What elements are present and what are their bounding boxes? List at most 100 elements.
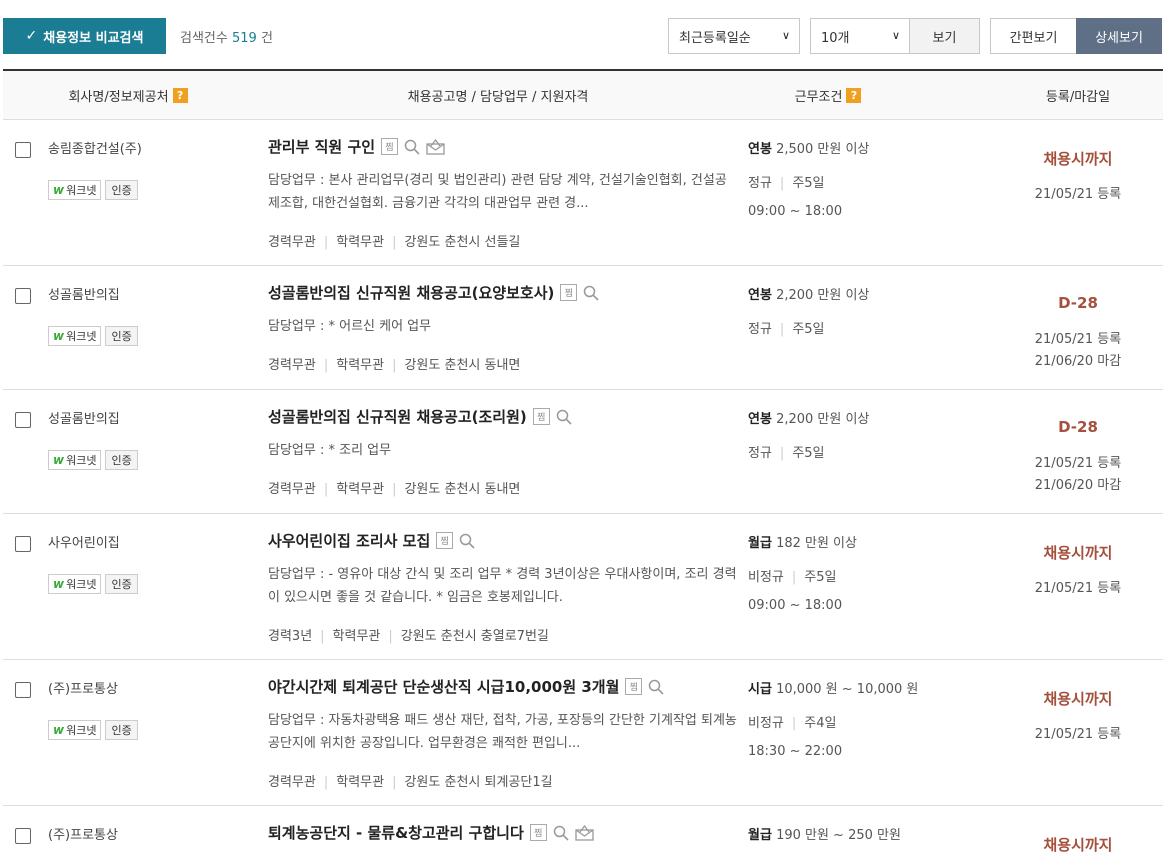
- job-duty: 담당업무 : * 어르신 케어 업무: [268, 319, 432, 334]
- work-hours: 18:30 ~ 22:00: [748, 744, 843, 759]
- check-icon: ✓: [25, 28, 38, 44]
- registered-date: 21/05/21 등록: [1034, 456, 1122, 471]
- mail-icon[interactable]: [426, 138, 445, 155]
- source-badges: w 워크넷 인증: [48, 574, 138, 594]
- result-count: 검색건수 519 건: [180, 27, 273, 46]
- help-icon[interactable]: ?: [846, 88, 862, 103]
- job-title-link[interactable]: 야간시간제 퇴계공단 단순생산직 시급10,000원 3개월: [268, 676, 619, 697]
- company-name[interactable]: (주)프로통상: [48, 678, 118, 697]
- job-duty: 담당업무 : * 조리 업무: [268, 443, 392, 458]
- result-count-value: 519: [231, 31, 257, 46]
- job-title-link[interactable]: 사우어린이집 조리사 모집: [268, 530, 430, 551]
- job-requirements: 경력무관 | 학력무관 | 강원도 춘천시 퇴계공단1길: [268, 771, 553, 790]
- source-badges: w 워크넷 인증: [48, 720, 138, 740]
- salary-info: 월급 190 만원 ~ 250 만원: [748, 824, 901, 843]
- company-name[interactable]: 성골롬반의집: [48, 408, 120, 427]
- select-checkbox[interactable]: [15, 536, 31, 552]
- simple-view-button[interactable]: 간편보기: [990, 18, 1077, 54]
- source-badges: w 워크넷 인증: [48, 180, 138, 200]
- job-title-link[interactable]: 관리부 직원 구인: [268, 136, 375, 157]
- job-title: 야간시간제 퇴계공단 단순생산직 시급10,000원 3개월 찜: [268, 676, 664, 697]
- job-row: (주)프로통상 퇴계농공단지 - 물류&창고관리 구합니다 찜 월급 190 만원 ~…: [3, 806, 1163, 855]
- bookmark-icon[interactable]: 찜: [381, 138, 399, 155]
- company-name[interactable]: (주)프로통상: [48, 824, 118, 843]
- result-count-prefix: 검색건수: [180, 31, 228, 46]
- deadline-status: 채용시까지: [1043, 150, 1113, 168]
- registered-date: 21/05/21 등록: [1034, 727, 1122, 742]
- worknet-badge: w 워크넷: [48, 574, 102, 594]
- work-location: 강원도 춘천시 선들길: [404, 235, 521, 250]
- company-name[interactable]: 사우어린이집: [48, 532, 120, 551]
- pay-type: 연봉: [748, 288, 772, 303]
- page-size-select[interactable]: 10개 ∨: [810, 18, 910, 54]
- career-requirement: 경력무관: [268, 775, 316, 790]
- search-icon[interactable]: [583, 285, 599, 301]
- divider: |: [779, 322, 785, 337]
- job-duty: 담당업무 : - 영유아 대상 간식 및 조리 업무 * 경력 3년이상은 우대…: [268, 567, 737, 605]
- job-requirements: 경력무관 | 학력무관 | 강원도 춘천시 동내면: [268, 478, 520, 497]
- salary-info: 연봉 2,200 만원 이상: [748, 408, 869, 427]
- search-icon[interactable]: [459, 533, 475, 549]
- job-title-link[interactable]: 성골롬반의집 신규직원 채용공고(요양보호사): [268, 282, 554, 303]
- compare-search-button[interactable]: ✓ 채용정보 비교검색: [3, 18, 166, 54]
- divider: |: [323, 235, 329, 250]
- job-title-link[interactable]: 퇴계농공단지 - 물류&창고관리 구합니다: [268, 822, 524, 843]
- worknet-logo-icon: w: [53, 723, 65, 737]
- job-duty: 담당업무 : 본사 관리업무(경리 및 법인관리) 관련 담당 계약, 건설기술…: [268, 173, 727, 211]
- work-days: 주5일: [792, 322, 825, 337]
- select-checkbox[interactable]: [15, 412, 31, 428]
- pay-amount: 10,000 원 ~ 10,000 원: [776, 682, 919, 697]
- education-requirement: 학력무관: [336, 358, 385, 373]
- worknet-badge: w 워크넷: [48, 720, 102, 740]
- apply-view-button[interactable]: 보기: [909, 18, 980, 54]
- pay-amount: 190 만원 ~ 250 만원: [776, 828, 901, 843]
- company-name[interactable]: 성골롬반의집: [48, 284, 120, 303]
- column-header-company: 회사명/정보제공처 ?: [3, 71, 253, 120]
- divider: |: [392, 358, 397, 373]
- bookmark-icon[interactable]: 찜: [625, 678, 643, 695]
- bookmark-icon[interactable]: 찜: [529, 824, 547, 841]
- work-location: 강원도 춘천시 충열로7번길: [400, 629, 549, 644]
- worknet-logo-icon: w: [53, 183, 65, 197]
- work-hours: 09:00 ~ 18:00: [748, 598, 843, 613]
- job-row: 성골롬반의집 w 워크넷 인증 성골롬반의집 신규직원 채용공고(조리원) 찜 담당업무 :…: [3, 390, 1163, 514]
- education-requirement: 학력무관: [336, 235, 385, 250]
- mail-icon[interactable]: [575, 824, 594, 841]
- registered-date: 21/05/21 등록: [1034, 187, 1122, 202]
- company-name[interactable]: 송림종합건설(주): [48, 138, 142, 157]
- search-icon[interactable]: [553, 825, 569, 841]
- select-checkbox[interactable]: [15, 828, 31, 844]
- pay-type: 연봉: [748, 412, 772, 427]
- closing-date: 21/06/20 마감: [1034, 478, 1122, 493]
- search-icon[interactable]: [648, 679, 664, 695]
- column-header-dates: 등록/마감일: [1045, 90, 1111, 105]
- divider: |: [791, 716, 797, 731]
- bookmark-icon[interactable]: 찜: [560, 284, 578, 301]
- employment-type: 정규: [748, 322, 772, 337]
- sort-order-select[interactable]: 최근등록일순 ∨: [668, 18, 800, 54]
- search-icon[interactable]: [404, 139, 420, 155]
- bookmark-icon[interactable]: 찜: [436, 532, 454, 549]
- chevron-down-icon: ∨: [781, 29, 790, 42]
- worknet-label: 워크넷: [66, 578, 97, 591]
- job-title-link[interactable]: 성골롬반의집 신규직원 채용공고(조리원): [268, 406, 527, 427]
- column-header-posting: 채용공고명 / 담당업무 / 지원자격: [407, 90, 589, 105]
- divider: |: [323, 775, 329, 790]
- divider: |: [791, 570, 797, 585]
- salary-info: 시급 10,000 원 ~ 10,000 원: [748, 678, 918, 697]
- deadline-status: 채용시까지: [1043, 690, 1113, 708]
- deadline-status: 채용시까지: [1043, 544, 1113, 562]
- search-icon[interactable]: [556, 409, 572, 425]
- bookmark-icon[interactable]: 찜: [532, 408, 550, 425]
- detail-view-button[interactable]: 상세보기: [1076, 18, 1162, 54]
- select-checkbox[interactable]: [15, 142, 31, 158]
- career-requirement: 경력무관: [268, 358, 316, 373]
- work-days: 주5일: [804, 570, 837, 585]
- divider: |: [323, 482, 329, 497]
- help-icon[interactable]: ?: [172, 88, 188, 103]
- job-title: 퇴계농공단지 - 물류&창고관리 구합니다 찜: [268, 822, 594, 843]
- select-checkbox[interactable]: [15, 682, 31, 698]
- work-hours: 09:00 ~ 18:00: [748, 204, 843, 219]
- select-checkbox[interactable]: [15, 288, 31, 304]
- pay-type: 연봉: [748, 142, 772, 157]
